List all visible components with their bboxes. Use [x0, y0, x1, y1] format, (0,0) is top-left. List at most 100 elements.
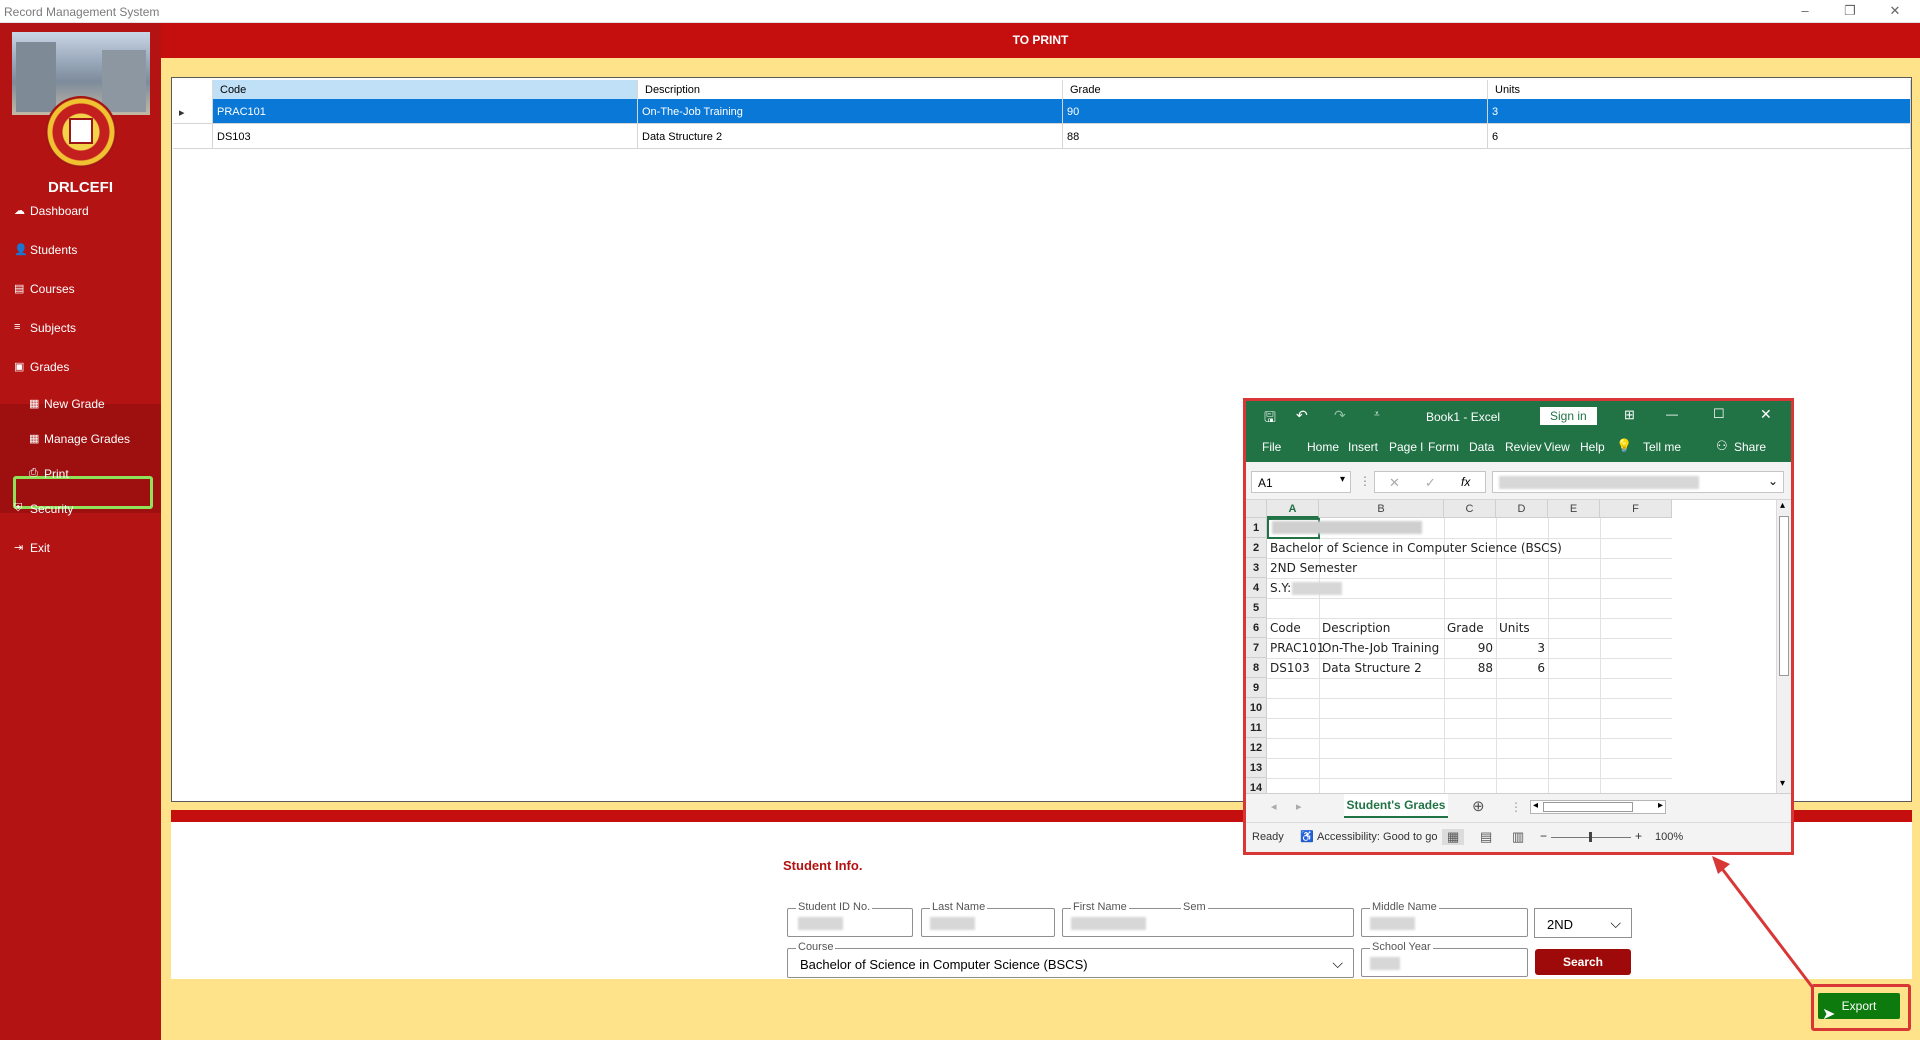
cell-d6[interactable]: Units	[1499, 618, 1530, 638]
cell-a3[interactable]: 2ND Semester	[1270, 558, 1357, 578]
cell-units[interactable]: 3	[1488, 99, 1911, 124]
cell-code[interactable]: PRAC101	[213, 99, 638, 124]
close-button[interactable]: ✕	[1880, 0, 1910, 22]
row-selector[interactable]: ▸	[173, 99, 213, 124]
cell-d8[interactable]: 6	[1496, 658, 1545, 678]
middle-name-field[interactable]: Middle Name	[1361, 901, 1528, 937]
zoom-level[interactable]: 100%	[1655, 831, 1683, 843]
sidebar-item-new-grade[interactable]: ▦ New Grade	[0, 389, 161, 419]
qat-more-icon[interactable]: ⩡	[1374, 409, 1380, 420]
tab-view[interactable]: View	[1544, 440, 1570, 454]
cell-c6[interactable]: Grade	[1447, 618, 1484, 638]
minimize-button[interactable]: –	[1790, 0, 1820, 22]
search-button[interactable]: Search	[1535, 949, 1631, 975]
row-header[interactable]: 5	[1246, 598, 1267, 618]
last-name-field[interactable]: Last Name	[921, 901, 1055, 937]
row-header[interactable]: 11	[1246, 718, 1267, 738]
cell-grade[interactable]: 88	[1063, 124, 1488, 149]
save-icon[interactable]: 🖫	[1264, 407, 1276, 431]
restore-button[interactable]: ❐	[1835, 0, 1865, 22]
course-select[interactable]: Course Bachelor of Science in Computer S…	[787, 941, 1354, 978]
student-id-field[interactable]: Student ID No.	[787, 901, 913, 937]
cell-units[interactable]: 6	[1488, 124, 1911, 149]
redo-icon[interactable]: ↷	[1334, 407, 1346, 424]
tab-review[interactable]: Reviev	[1505, 440, 1542, 454]
normal-view-icon[interactable]: ▦	[1442, 829, 1465, 845]
column-header-grade[interactable]: Grade	[1063, 80, 1488, 99]
row-header[interactable]: 3	[1246, 558, 1267, 578]
row-header[interactable]: 14	[1246, 778, 1267, 793]
scroll-down-icon[interactable]: ▾	[1780, 778, 1785, 789]
row-header[interactable]: 4	[1246, 578, 1267, 598]
sheet-tab-students-grades[interactable]: Student's Grades	[1344, 794, 1448, 818]
sidebar-item-grades[interactable]: ▣ Grades	[0, 352, 161, 382]
tab-page-layout[interactable]: Page l	[1389, 440, 1423, 454]
scroll-up-icon[interactable]: ▴	[1780, 500, 1785, 511]
tell-me-search[interactable]: Tell me	[1643, 440, 1681, 454]
excel-minimize-button[interactable]: —	[1666, 407, 1678, 421]
formula-expand-icon[interactable]: ⌄	[1768, 474, 1778, 488]
tab-home[interactable]: Home	[1307, 440, 1339, 454]
sidebar-item-security[interactable]: ⛨ Security	[0, 494, 161, 524]
tab-data[interactable]: Data	[1469, 440, 1494, 454]
page-layout-view-icon[interactable]: ▤	[1480, 829, 1492, 845]
scroll-left-icon[interactable]: ◂	[1533, 800, 1538, 811]
row-header[interactable]: 10	[1246, 698, 1267, 718]
sidebar-item-subjects[interactable]: ≡ Subjects	[0, 313, 161, 343]
zoom-slider-thumb[interactable]	[1589, 832, 1592, 842]
horizontal-scrollbar[interactable]: ◂ ▸	[1530, 800, 1666, 814]
column-header-units[interactable]: Units	[1488, 80, 1911, 99]
tab-formulas[interactable]: Formı	[1428, 440, 1459, 454]
first-name-field[interactable]: First Name Sem	[1062, 901, 1354, 937]
row-header[interactable]: 13	[1246, 758, 1267, 778]
zoom-out-button[interactable]: −	[1540, 829, 1547, 843]
spreadsheet-grid[interactable]: A B C D E F 1 2 3 4 5 6 7 8 9 10 11 12 1…	[1246, 500, 1791, 793]
row-header[interactable]: 6	[1246, 618, 1267, 638]
row-selector[interactable]	[173, 124, 213, 149]
column-header-a[interactable]: A	[1267, 500, 1319, 518]
add-sheet-icon[interactable]: ⊕	[1472, 797, 1485, 815]
excel-maximize-button[interactable]: ☐	[1713, 406, 1725, 422]
column-header-f[interactable]: F	[1600, 500, 1672, 518]
select-all-corner[interactable]	[1246, 500, 1267, 518]
undo-icon[interactable]: ↶	[1296, 407, 1308, 424]
sidebar-item-print[interactable]: ⎙ Print	[0, 459, 161, 489]
zoom-in-button[interactable]: +	[1635, 829, 1642, 843]
vertical-scroll-thumb[interactable]	[1779, 516, 1789, 676]
sheet-nav-prev-icon[interactable]: ◂	[1271, 800, 1277, 813]
cell-c8[interactable]: 88	[1444, 658, 1493, 678]
cell-c7[interactable]: 90	[1444, 638, 1493, 658]
page-break-view-icon[interactable]: ▥	[1512, 829, 1524, 845]
name-box-dropdown-icon[interactable]: ▾	[1340, 474, 1345, 485]
column-header-e[interactable]: E	[1548, 500, 1600, 518]
sheet-nav-next-icon[interactable]: ▸	[1296, 800, 1302, 813]
name-box[interactable]: A1 ▾	[1251, 471, 1351, 493]
column-header-code[interactable]: Code	[213, 80, 638, 99]
share-button[interactable]: Share	[1734, 440, 1766, 454]
column-header-d[interactable]: D	[1496, 500, 1548, 518]
sidebar-item-dashboard[interactable]: ☁ Dashboard	[0, 196, 161, 226]
cell-a6[interactable]: Code	[1270, 618, 1301, 638]
cell-d7[interactable]: 3	[1496, 638, 1545, 658]
cell-a4[interactable]: S.Y:	[1270, 578, 1291, 598]
row-header[interactable]: 9	[1246, 678, 1267, 698]
cell-description[interactable]: Data Structure 2	[638, 124, 1063, 149]
sidebar-item-exit[interactable]: ⇥ Exit	[0, 533, 161, 563]
cell-grade[interactable]: 90	[1063, 99, 1488, 124]
sign-in-button[interactable]: Sign in	[1540, 407, 1597, 425]
row-header[interactable]: 7	[1246, 638, 1267, 658]
sidebar-item-manage-grades[interactable]: ▦ Manage Grades	[0, 424, 161, 454]
school-year-field[interactable]: School Year	[1361, 941, 1528, 977]
table-row[interactable]: DS103 Data Structure 2 88 6	[173, 124, 1911, 149]
scroll-right-icon[interactable]: ▸	[1658, 800, 1663, 811]
ribbon-display-options-icon[interactable]: ⊞	[1624, 407, 1635, 423]
formula-input[interactable]: ⌄	[1492, 471, 1784, 493]
accessibility-status[interactable]: Accessibility: Good to go	[1317, 831, 1437, 843]
cell-a7[interactable]: PRAC101	[1270, 638, 1324, 658]
table-row[interactable]: ▸ PRAC101 On-The-Job Training 90 3	[173, 99, 1911, 124]
cell-code[interactable]: DS103	[213, 124, 638, 149]
cancel-icon[interactable]: ✕	[1389, 475, 1400, 491]
row-header[interactable]: 1	[1246, 518, 1267, 538]
row-header[interactable]: 8	[1246, 658, 1267, 678]
column-header-c[interactable]: C	[1444, 500, 1496, 518]
